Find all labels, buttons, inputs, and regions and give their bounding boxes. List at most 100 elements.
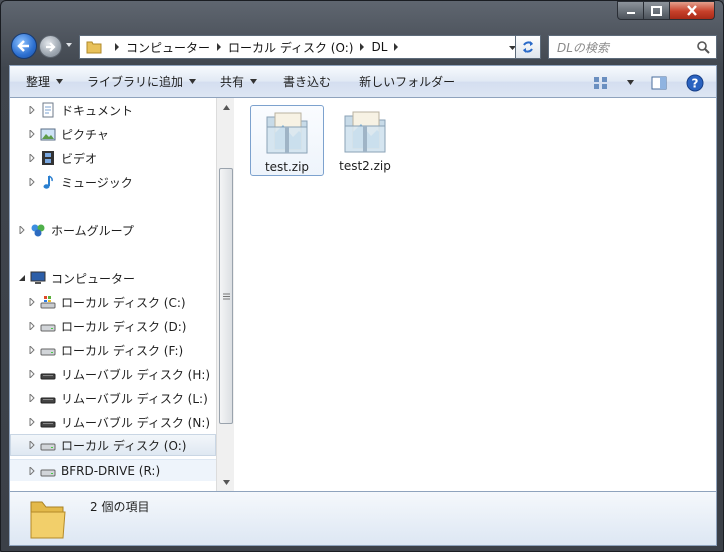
breadcrumb-folder[interactable]: DL — [371, 40, 387, 54]
tree-item-drive-n[interactable]: リムーバブル ディスク (N:) — [10, 411, 216, 433]
organize-button[interactable]: 整理 — [10, 70, 73, 94]
tree-item-music[interactable]: ミュージック — [10, 171, 216, 193]
include-in-library-button[interactable]: ライブラリに追加 — [77, 70, 206, 94]
expand-arrow-icon[interactable] — [28, 370, 36, 378]
expand-arrow-icon[interactable] — [28, 106, 36, 114]
maximize-button[interactable] — [644, 1, 670, 20]
share-label: 共有 — [220, 75, 245, 89]
expand-arrow-icon[interactable] — [28, 298, 36, 306]
tree-label: ローカル ディスク (F:) — [61, 343, 184, 358]
help-button[interactable]: ? — [682, 71, 708, 95]
forward-arrow-icon — [45, 41, 56, 52]
zip-folder-icon — [266, 112, 308, 154]
hard-drive-icon — [40, 348, 56, 356]
file-name: test2.zip — [339, 159, 391, 173]
recent-pages-dropdown-icon[interactable] — [64, 40, 74, 50]
tree-item-drive-f[interactable]: ローカル ディスク (F:) — [10, 339, 216, 361]
navigation-pane[interactable]: ドキュメント ピクチャ ビデオ ミュージック ホームグループ コンピューター ロ… — [10, 98, 216, 491]
removable-drive-icon — [40, 421, 56, 428]
file-list[interactable]: test.zip test2.zip — [234, 98, 716, 491]
toolbar-right: ? — [588, 66, 708, 99]
refresh-icon — [523, 41, 533, 53]
tree-label: ローカル ディスク (C:) — [61, 295, 186, 310]
close-button[interactable] — [670, 1, 715, 20]
caption-buttons — [617, 1, 715, 21]
expand-arrow-icon[interactable] — [28, 346, 36, 354]
expand-arrow-icon[interactable] — [28, 418, 36, 426]
tree-item-drive-l[interactable]: リムーバブル ディスク (L:) — [10, 387, 216, 409]
breadcrumb-drive[interactable]: ローカル ディスク (O:) — [228, 39, 353, 56]
tree-label: ビデオ — [61, 151, 98, 166]
chevron-down-icon — [189, 79, 197, 84]
file-name: test.zip — [264, 160, 310, 174]
search-input[interactable]: DLの検索 — [557, 39, 696, 56]
expand-arrow-icon[interactable] — [18, 226, 26, 234]
tree-item-homegroup[interactable]: ホームグループ — [10, 219, 216, 241]
tree-item-drive-h[interactable]: リムーバブル ディスク (H:) — [10, 363, 216, 385]
file-item[interactable]: test.zip — [250, 105, 324, 176]
expand-arrow-icon[interactable] — [28, 394, 36, 402]
chevron-right-icon[interactable] — [392, 43, 400, 51]
tree-label: ローカル ディスク (O:) — [61, 438, 187, 453]
homegroup-icon — [31, 224, 45, 237]
chevron-right-icon[interactable] — [358, 43, 366, 51]
collapse-arrow-icon[interactable] — [18, 274, 26, 282]
help-icon: ? — [686, 74, 704, 91]
tree-label: ピクチャ — [61, 127, 109, 142]
search-icon[interactable] — [696, 40, 710, 54]
nav-pane-scrollbar[interactable] — [216, 98, 234, 491]
refresh-button[interactable] — [515, 35, 541, 59]
tree-item-documents[interactable]: ドキュメント — [10, 99, 216, 121]
explorer-window: コンピューター ローカル ディスク (O:) DL DLの検索 整理 ライブラリ… — [0, 0, 724, 552]
scroll-thumb[interactable] — [219, 168, 233, 424]
organize-label: 整理 — [26, 75, 51, 89]
breadcrumb-computer[interactable]: コンピューター — [126, 39, 210, 56]
back-button[interactable] — [11, 33, 37, 59]
expand-arrow-icon[interactable] — [28, 130, 36, 138]
tree-item-pictures[interactable]: ピクチャ — [10, 123, 216, 145]
folder-icon — [86, 41, 102, 54]
minimize-button[interactable] — [617, 1, 644, 20]
tree-label: ミュージック — [61, 175, 133, 190]
minimize-icon — [626, 11, 635, 14]
details-pane: 2 個の項目 — [9, 491, 717, 546]
file-item[interactable]: test2.zip — [328, 105, 402, 176]
tree-label: BFRD-DRIVE (R:) — [61, 463, 161, 478]
item-count: 2 個の項目 — [90, 500, 150, 514]
expand-arrow-icon[interactable] — [28, 441, 36, 449]
svg-text:?: ? — [692, 76, 699, 90]
change-view-button[interactable] — [588, 71, 614, 95]
tree-label: リムーバブル ディスク (N:) — [61, 415, 211, 430]
videos-icon — [42, 151, 54, 165]
removable-drive-icon — [40, 397, 56, 404]
expand-arrow-icon[interactable] — [28, 178, 36, 186]
view-options-icon — [594, 76, 607, 89]
scroll-down-button[interactable] — [219, 475, 233, 489]
tree-label: ホームグループ — [51, 223, 134, 238]
tree-item-drive-o[interactable]: ローカル ディスク (O:) — [10, 434, 216, 456]
new-folder-button[interactable]: 新しいフォルダー — [349, 70, 465, 94]
search-box[interactable]: DLの検索 — [548, 35, 717, 59]
main-area: ドキュメント ピクチャ ビデオ ミュージック ホームグループ コンピューター ロ… — [9, 98, 717, 491]
address-bar[interactable]: コンピューター ローカル ディスク (O:) DL — [79, 35, 522, 59]
chevron-down-icon — [250, 79, 258, 84]
expand-arrow-icon[interactable] — [28, 154, 36, 162]
tree-item-drive-r[interactable]: BFRD-DRIVE (R:) — [10, 459, 216, 481]
expand-arrow-icon[interactable] — [28, 322, 36, 330]
expand-arrow-icon[interactable] — [28, 466, 36, 475]
tree-item-computer[interactable]: コンピューター — [10, 267, 216, 289]
scroll-up-button[interactable] — [219, 100, 233, 114]
forward-button[interactable] — [39, 35, 62, 58]
tree-item-videos[interactable]: ビデオ — [10, 147, 216, 169]
burn-button[interactable]: 書き込む — [273, 70, 341, 94]
tree-item-drive-c[interactable]: ローカル ディスク (C:) — [10, 291, 216, 313]
documents-icon — [42, 102, 54, 118]
navigation-bar: コンピューター ローカル ディスク (O:) DL DLの検索 — [9, 31, 717, 61]
preview-pane-button[interactable] — [646, 71, 672, 95]
chevron-right-icon[interactable] — [113, 43, 121, 51]
chevron-right-icon[interactable] — [215, 43, 223, 51]
tree-item-drive-d[interactable]: ローカル ディスク (D:) — [10, 315, 216, 337]
tree-label: コンピューター — [51, 271, 136, 286]
view-menu-button[interactable] — [624, 71, 636, 95]
share-button[interactable]: 共有 — [210, 70, 267, 94]
